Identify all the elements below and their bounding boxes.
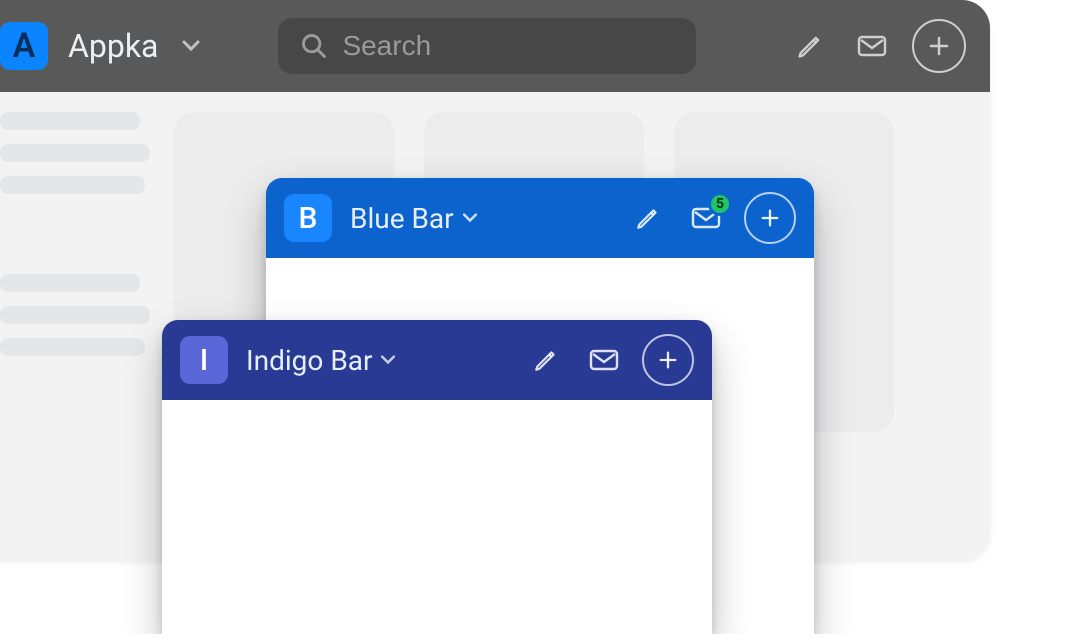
- indigo-title: Indigo Bar: [246, 344, 372, 377]
- sidebar: [0, 112, 150, 432]
- plus-icon: [657, 349, 679, 371]
- search-input[interactable]: [342, 30, 703, 62]
- app-switcher[interactable]: A Appka: [0, 22, 200, 70]
- pencil-icon: [533, 347, 559, 373]
- indigo-window: I Indigo Bar: [162, 320, 712, 634]
- edit-button[interactable]: [788, 24, 832, 68]
- indigo-avatar-letter: I: [200, 343, 209, 378]
- app-title: Appka: [68, 27, 158, 65]
- blue-title: Blue Bar: [350, 202, 454, 235]
- blue-titlebar: B Blue Bar 5: [266, 178, 814, 258]
- indigo-mail-button[interactable]: [584, 340, 624, 380]
- blue-switcher[interactable]: Blue Bar: [350, 202, 478, 235]
- sidebar-placeholder: [0, 274, 140, 292]
- mail-badge: 5: [708, 192, 732, 216]
- blue-edit-button[interactable]: [628, 198, 668, 238]
- blue-mail-button[interactable]: 5: [686, 198, 726, 238]
- indigo-edit-button[interactable]: [526, 340, 566, 380]
- app-avatar-letter: A: [13, 26, 36, 66]
- app-avatar: A: [0, 22, 48, 70]
- blue-avatar-letter: B: [299, 201, 318, 236]
- add-button[interactable]: [912, 19, 966, 73]
- plus-icon: [759, 207, 781, 229]
- indigo-titlebar: I Indigo Bar: [162, 320, 712, 400]
- mail-button[interactable]: [850, 24, 894, 68]
- chevron-down-icon: [380, 355, 396, 365]
- search-icon: [300, 32, 328, 60]
- mail-icon: [857, 34, 887, 58]
- sidebar-placeholder: [0, 112, 140, 130]
- sidebar-placeholder: [0, 306, 150, 324]
- mail-icon: [589, 348, 619, 372]
- sidebar-placeholder: [0, 176, 145, 194]
- pencil-icon: [635, 205, 661, 231]
- blue-avatar: B: [284, 194, 332, 242]
- sidebar-placeholder: [0, 338, 145, 356]
- indigo-add-button[interactable]: [642, 334, 694, 386]
- sidebar-placeholder: [0, 144, 150, 162]
- indigo-avatar: I: [180, 336, 228, 384]
- search-field[interactable]: [278, 18, 696, 74]
- pencil-icon: [796, 32, 824, 60]
- plus-icon: [927, 34, 951, 58]
- indigo-switcher[interactable]: Indigo Bar: [246, 344, 396, 377]
- blue-add-button[interactable]: [744, 192, 796, 244]
- chevron-down-icon: [462, 213, 478, 223]
- chevron-down-icon: [182, 40, 200, 52]
- topbar: A Appka: [0, 0, 990, 92]
